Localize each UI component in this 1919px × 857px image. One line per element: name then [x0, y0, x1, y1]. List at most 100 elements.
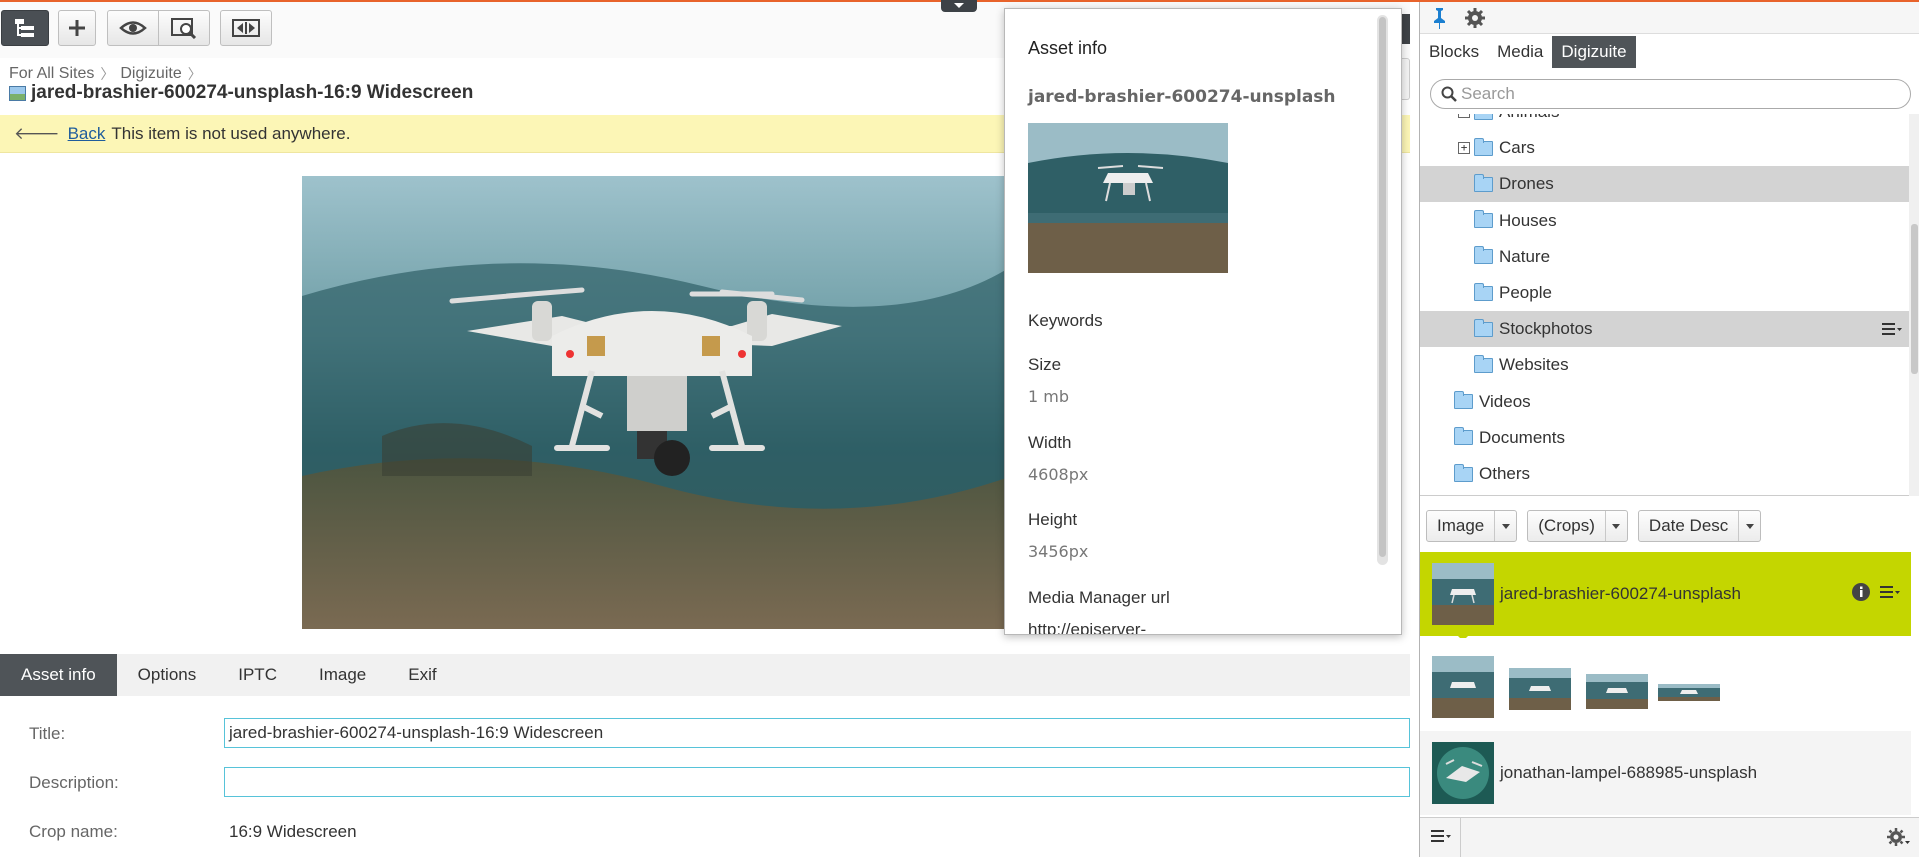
description-label: Description:	[29, 773, 119, 792]
folder-animals[interactable]: − Animals	[1420, 114, 1911, 130]
tab-exif[interactable]: Exif	[387, 654, 457, 696]
folder-drones[interactable]: Drones	[1420, 166, 1911, 203]
folder-icon	[1474, 354, 1493, 373]
sort-dropdown-value: Date Desc	[1648, 516, 1729, 535]
tab-media[interactable]: Media	[1488, 36, 1552, 68]
pin-icon[interactable]	[1429, 7, 1449, 29]
context-menu-icon[interactable]	[1879, 584, 1901, 600]
collapse-header-tab[interactable]	[941, 0, 977, 12]
asset-row-actions	[1851, 582, 1901, 602]
folder-label: Cars	[1499, 138, 1535, 158]
expand-arrows-icon	[232, 19, 260, 37]
preview-button[interactable]	[107, 10, 159, 46]
filter-bar: Image (Crops) Date Desc	[1426, 510, 1762, 542]
list-options-icon[interactable]	[1430, 828, 1452, 844]
settings-gear-icon[interactable]	[1886, 827, 1910, 847]
tab-image[interactable]: Image	[298, 654, 387, 696]
folder-others[interactable]: Others	[1420, 456, 1911, 492]
width-value: 4608px	[1028, 465, 1089, 484]
asset-thumbnail	[1432, 563, 1494, 625]
crops-dropdown-value: (Crops)	[1538, 516, 1595, 535]
search-icon	[1441, 86, 1457, 102]
asset-name: jared-brashier-600274-unsplash	[1500, 584, 1741, 603]
folder-cars[interactable]: + Cars	[1420, 130, 1911, 166]
drone-thumbnail-image	[1432, 742, 1494, 804]
tab-asset-info[interactable]: Asset info	[0, 654, 117, 696]
back-link[interactable]: Back	[68, 124, 106, 144]
breadcrumb-item-digizuite[interactable]: Digizuite	[120, 65, 181, 83]
expander-icon[interactable]: −	[1458, 114, 1470, 118]
tree-scrollbar[interactable]	[1909, 114, 1919, 496]
folder-label: Houses	[1499, 210, 1557, 230]
crop-thumbnail[interactable]	[1432, 656, 1494, 718]
folder-icon	[1454, 391, 1473, 410]
crop-thumbnail[interactable]	[1586, 674, 1648, 709]
image-preview	[302, 176, 1012, 629]
type-dropdown-value: Image	[1437, 516, 1485, 535]
asset-thumbnail	[1432, 742, 1494, 804]
folder-videos[interactable]: Videos	[1420, 384, 1911, 420]
folder-icon	[1474, 173, 1493, 192]
folder-websites[interactable]: Websites	[1420, 347, 1911, 383]
tree-icon	[15, 19, 34, 37]
crop-variants	[1420, 638, 1911, 730]
folder-icon	[1454, 463, 1473, 482]
folder-label: Stockphotos	[1499, 319, 1593, 339]
asset-list-item[interactable]: jared-brashier-600274-unsplash	[1420, 552, 1911, 636]
sort-dropdown[interactable]: Date Desc	[1637, 510, 1762, 542]
folder-label: Videos	[1479, 391, 1531, 411]
drone-photo	[302, 176, 1012, 629]
tab-digizuite[interactable]: Digizuite	[1552, 36, 1636, 68]
info-icon[interactable]	[1851, 582, 1871, 602]
folder-people[interactable]: People	[1420, 275, 1911, 311]
navigation-tree-toggle-button[interactable]	[1, 10, 49, 46]
page-title: jared-brashier-600274-unsplash-16:9 Wide…	[31, 82, 474, 103]
add-button[interactable]	[58, 10, 96, 46]
folder-houses[interactable]: Houses	[1420, 203, 1911, 239]
tab-blocks[interactable]: Blocks	[1420, 36, 1488, 68]
compare-view-button[interactable]	[158, 10, 210, 46]
tab-options[interactable]: Options	[117, 654, 218, 696]
description-field[interactable]	[224, 767, 1410, 797]
chevron-down-icon[interactable]	[1494, 511, 1516, 541]
popup-asset-name: jared-brashier-600274-unsplash	[1028, 87, 1336, 107]
media-manager-url-value[interactable]: http://episerver-	[1028, 620, 1146, 634]
toggle-panes-button[interactable]	[220, 10, 272, 46]
popup-thumbnail	[1028, 123, 1228, 273]
asset-info-popup: Asset info jared-brashier-600274-unsplas…	[1004, 8, 1402, 635]
drone-thumbnail-image	[1028, 123, 1228, 273]
folder-nature[interactable]: Nature	[1420, 239, 1911, 275]
keywords-label: Keywords	[1028, 311, 1103, 330]
assets-pane: Blocks Media Digizuite Search − Animals + C…	[1419, 2, 1919, 857]
asset-tabs: Asset info Options IPTC Image Exif	[0, 654, 1410, 696]
breadcrumb-separator: 〉	[100, 66, 115, 82]
folder-icon	[1474, 282, 1493, 301]
asset-name: jonathan-lampel-688985-unsplash	[1500, 763, 1758, 782]
plus-icon	[69, 20, 85, 36]
folder-label: People	[1499, 283, 1552, 302]
folder-icon	[1474, 318, 1493, 337]
gear-icon[interactable]	[1464, 7, 1486, 29]
folder-icon	[1454, 427, 1473, 446]
folder-documents[interactable]: Documents	[1420, 420, 1911, 456]
folder-stockphotos[interactable]: Stockphotos	[1420, 311, 1911, 348]
crops-dropdown[interactable]: (Crops)	[1527, 510, 1628, 542]
type-dropdown[interactable]: Image	[1426, 510, 1518, 542]
crop-thumbnail[interactable]	[1658, 684, 1720, 701]
folder-label: Nature	[1499, 246, 1551, 266]
popup-scrollbar[interactable]	[1377, 15, 1388, 565]
folder-label: Animals	[1499, 114, 1559, 122]
folder-label: Websites	[1499, 355, 1569, 375]
context-menu-icon[interactable]	[1881, 321, 1903, 337]
crop-thumbnail[interactable]	[1509, 668, 1571, 710]
asset-list-item[interactable]: jonathan-lampel-688985-unsplash	[1420, 731, 1911, 815]
search-input[interactable]: Search	[1430, 79, 1911, 109]
popup-heading: Asset info	[1028, 38, 1108, 58]
chevron-down-icon[interactable]	[1738, 511, 1760, 541]
tab-iptc[interactable]: IPTC	[217, 654, 298, 696]
expander-icon[interactable]: +	[1458, 142, 1470, 155]
breadcrumb-item-all-sites[interactable]: For All Sites	[9, 65, 94, 83]
media-manager-url-label: Media Manager url	[1028, 588, 1170, 607]
chevron-down-icon[interactable]	[1604, 511, 1627, 541]
title-field[interactable]: jared-brashier-600274-unsplash-16:9 Wide…	[224, 718, 1410, 748]
